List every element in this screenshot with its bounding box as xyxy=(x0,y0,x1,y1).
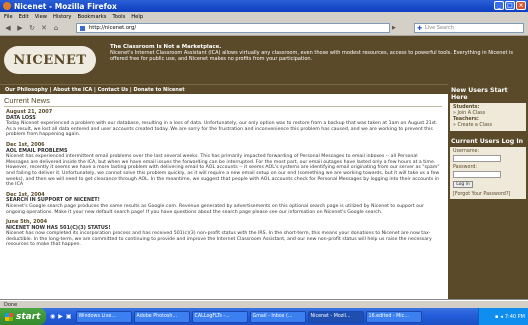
news-body: Nicenet has experienced intermittent ema… xyxy=(6,154,440,188)
navigation-toolbar: ◀ ▶ ↻ ✕ ⌂ http://nicenet.org/ ▶ ✚ Live S… xyxy=(0,21,528,36)
url-text: http://nicenet.org/ xyxy=(89,25,137,31)
windows-logo-icon xyxy=(5,312,13,321)
news-item: August 21, 2007 Data Loss Today Nicenet … xyxy=(6,109,442,138)
taskbar: start ◉ ▶ ▣ Windows Live... Adobe Photos… xyxy=(0,308,528,325)
taskbar-item[interactable]: 16.edited - Mic... xyxy=(365,310,422,323)
tray-volume-icon[interactable]: ◂ xyxy=(500,314,503,320)
quicklaunch-browser-icon[interactable]: ◉ xyxy=(50,313,55,320)
username-field[interactable] xyxy=(453,155,501,162)
menu-edit[interactable]: Edit xyxy=(19,14,29,20)
maximize-button[interactable]: □ xyxy=(505,1,515,10)
username-label: Username: xyxy=(453,149,480,154)
menu-bar: File Edit View History Bookmarks Tools H… xyxy=(0,12,528,21)
password-field[interactable] xyxy=(453,171,501,178)
status-bar: Done xyxy=(0,300,528,308)
login-button[interactable]: Log in xyxy=(453,181,473,188)
home-icon[interactable]: ⌂ xyxy=(51,23,61,33)
login-heading: Current Users Log In xyxy=(451,138,524,145)
forward-icon[interactable]: ▶ xyxy=(15,23,25,33)
quicklaunch-desktop-icon[interactable]: ▣ xyxy=(66,313,72,320)
quicklaunch-media-icon[interactable]: ▶ xyxy=(58,313,63,320)
menu-view[interactable]: View xyxy=(35,14,47,20)
password-label: Password: xyxy=(453,165,478,170)
stop-icon[interactable]: ✕ xyxy=(39,23,49,33)
reload-icon[interactable]: ↻ xyxy=(27,23,37,33)
system-tray: ▪ ◂ 7:40 PM xyxy=(478,308,528,325)
logo-text: NICENET xyxy=(13,52,87,68)
main-column: Current News August 21, 2007 Data Loss T… xyxy=(0,94,446,299)
tagline-title: The Classroom Is Not a Marketplace. xyxy=(110,44,222,50)
search-input[interactable]: ✚ Live Search xyxy=(414,23,524,33)
status-text: Done xyxy=(4,301,18,308)
students-label: Students: xyxy=(453,105,480,110)
menu-help[interactable]: Help xyxy=(131,14,143,20)
create-class-link[interactable]: » Create a Class xyxy=(453,123,492,128)
url-bar[interactable]: http://nicenet.org/ xyxy=(76,23,390,33)
window-title: Nicenet - Mozilla Firefox xyxy=(14,1,117,11)
taskbar-item[interactable]: Gmail - Inbox (... xyxy=(249,310,306,323)
start-label: start xyxy=(16,311,41,322)
login-box: Username: Password: Log in [Forgot Your … xyxy=(450,147,526,199)
news-heading: Current News xyxy=(4,96,442,107)
news-item: Dec 1st, 2006 AOL Email Problems Nicenet… xyxy=(6,142,442,188)
taskbar-item[interactable]: CALLogFLTs -... xyxy=(191,310,248,323)
clock: 7:40 PM xyxy=(504,313,525,320)
page-content: NICENET The Classroom Is Not a Marketpla… xyxy=(0,36,528,300)
menu-bookmarks[interactable]: Bookmarks xyxy=(78,14,107,20)
title-bar: Nicenet - Mozilla Firefox _ □ × xyxy=(0,0,528,12)
go-arrow-icon: ▶ xyxy=(392,25,396,31)
site-banner: NICENET The Classroom Is Not a Marketpla… xyxy=(0,36,528,84)
minimize-button[interactable]: _ xyxy=(494,1,504,10)
menu-history[interactable]: History xyxy=(53,14,71,20)
window-controls: _ □ × xyxy=(494,1,526,10)
join-class-link[interactable]: » Join A Class xyxy=(453,111,485,116)
taskbar-item-active[interactable]: Nicenet - Mozil... xyxy=(307,310,364,323)
search-engine-icon: ✚ xyxy=(417,25,423,32)
news-body: Today Nicenet experienced a problem with… xyxy=(6,121,438,138)
site-favicon-icon xyxy=(80,26,85,31)
start-button[interactable]: start xyxy=(0,308,46,325)
news-item: June 5th, 2004 Nicenet now has 501(c)(3)… xyxy=(6,219,442,248)
taskbar-item[interactable]: Windows Live... xyxy=(75,310,132,323)
news-list: August 21, 2007 Data Loss Today Nicenet … xyxy=(6,109,442,253)
new-users-heading: New Users Start Here xyxy=(451,87,508,101)
nicenet-logo[interactable]: NICENET xyxy=(4,46,96,74)
news-body: Nicenet has now completed its incorporat… xyxy=(6,231,432,248)
forgot-password-link[interactable]: [Forgot Your Password?] xyxy=(453,192,523,197)
tagline-text: Nicenet's Internet Classroom Assistant (… xyxy=(110,50,513,63)
menu-file[interactable]: File xyxy=(4,14,13,20)
news-item: Dec 1st, 2004 Search in support of Nicen… xyxy=(6,192,442,215)
menu-tools[interactable]: Tools xyxy=(113,14,126,20)
firefox-icon xyxy=(3,2,11,10)
quick-launch: ◉ ▶ ▣ xyxy=(50,313,72,320)
back-icon[interactable]: ◀ xyxy=(3,23,13,33)
tagline: The Classroom Is Not a Marketplace. Nice… xyxy=(110,44,520,63)
taskbar-item[interactable]: Adobe Photosh... xyxy=(133,310,190,323)
tray-network-icon[interactable]: ▪ xyxy=(495,314,498,320)
go-button[interactable]: ▶ xyxy=(392,24,412,32)
sidebar: New Users Start Here Students: » Join A … xyxy=(448,84,528,299)
new-users-box: Students: » Join A Class Teachers: » Cre… xyxy=(450,103,526,131)
news-body: Nicenet's Google search page produces th… xyxy=(6,203,424,215)
teachers-label: Teachers: xyxy=(453,117,479,122)
close-button[interactable]: × xyxy=(516,1,526,10)
search-placeholder: Live Search xyxy=(425,25,454,31)
site-nav-text[interactable]: Our Philosophy | About the ICA | Contact… xyxy=(5,87,185,93)
